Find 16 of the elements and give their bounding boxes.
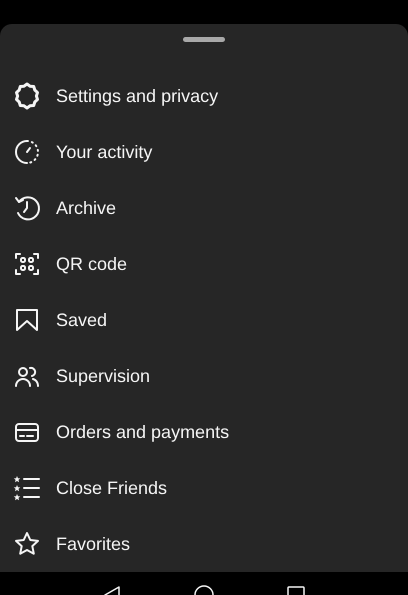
menu-item[interactable]: Saved [0,292,408,348]
menu-item[interactable]: Close Friends [0,460,408,516]
menu-item[interactable]: Orders and payments [0,404,408,460]
menu-item[interactable]: Archive [0,180,408,236]
gear-icon [13,82,41,110]
qr-code-icon [13,250,41,278]
menu-item[interactable]: Favorites [0,516,408,572]
menu-item[interactable]: Settings and privacy [0,68,408,124]
history-icon [13,194,41,222]
menu-item[interactable]: Your activity [0,124,408,180]
star-list-icon [13,474,41,502]
menu-item[interactable]: Supervision [0,348,408,404]
drag-handle[interactable] [183,37,225,42]
activity-icon [13,138,41,166]
bookmark-icon [13,306,41,334]
menu-item[interactable]: QR code [0,236,408,292]
